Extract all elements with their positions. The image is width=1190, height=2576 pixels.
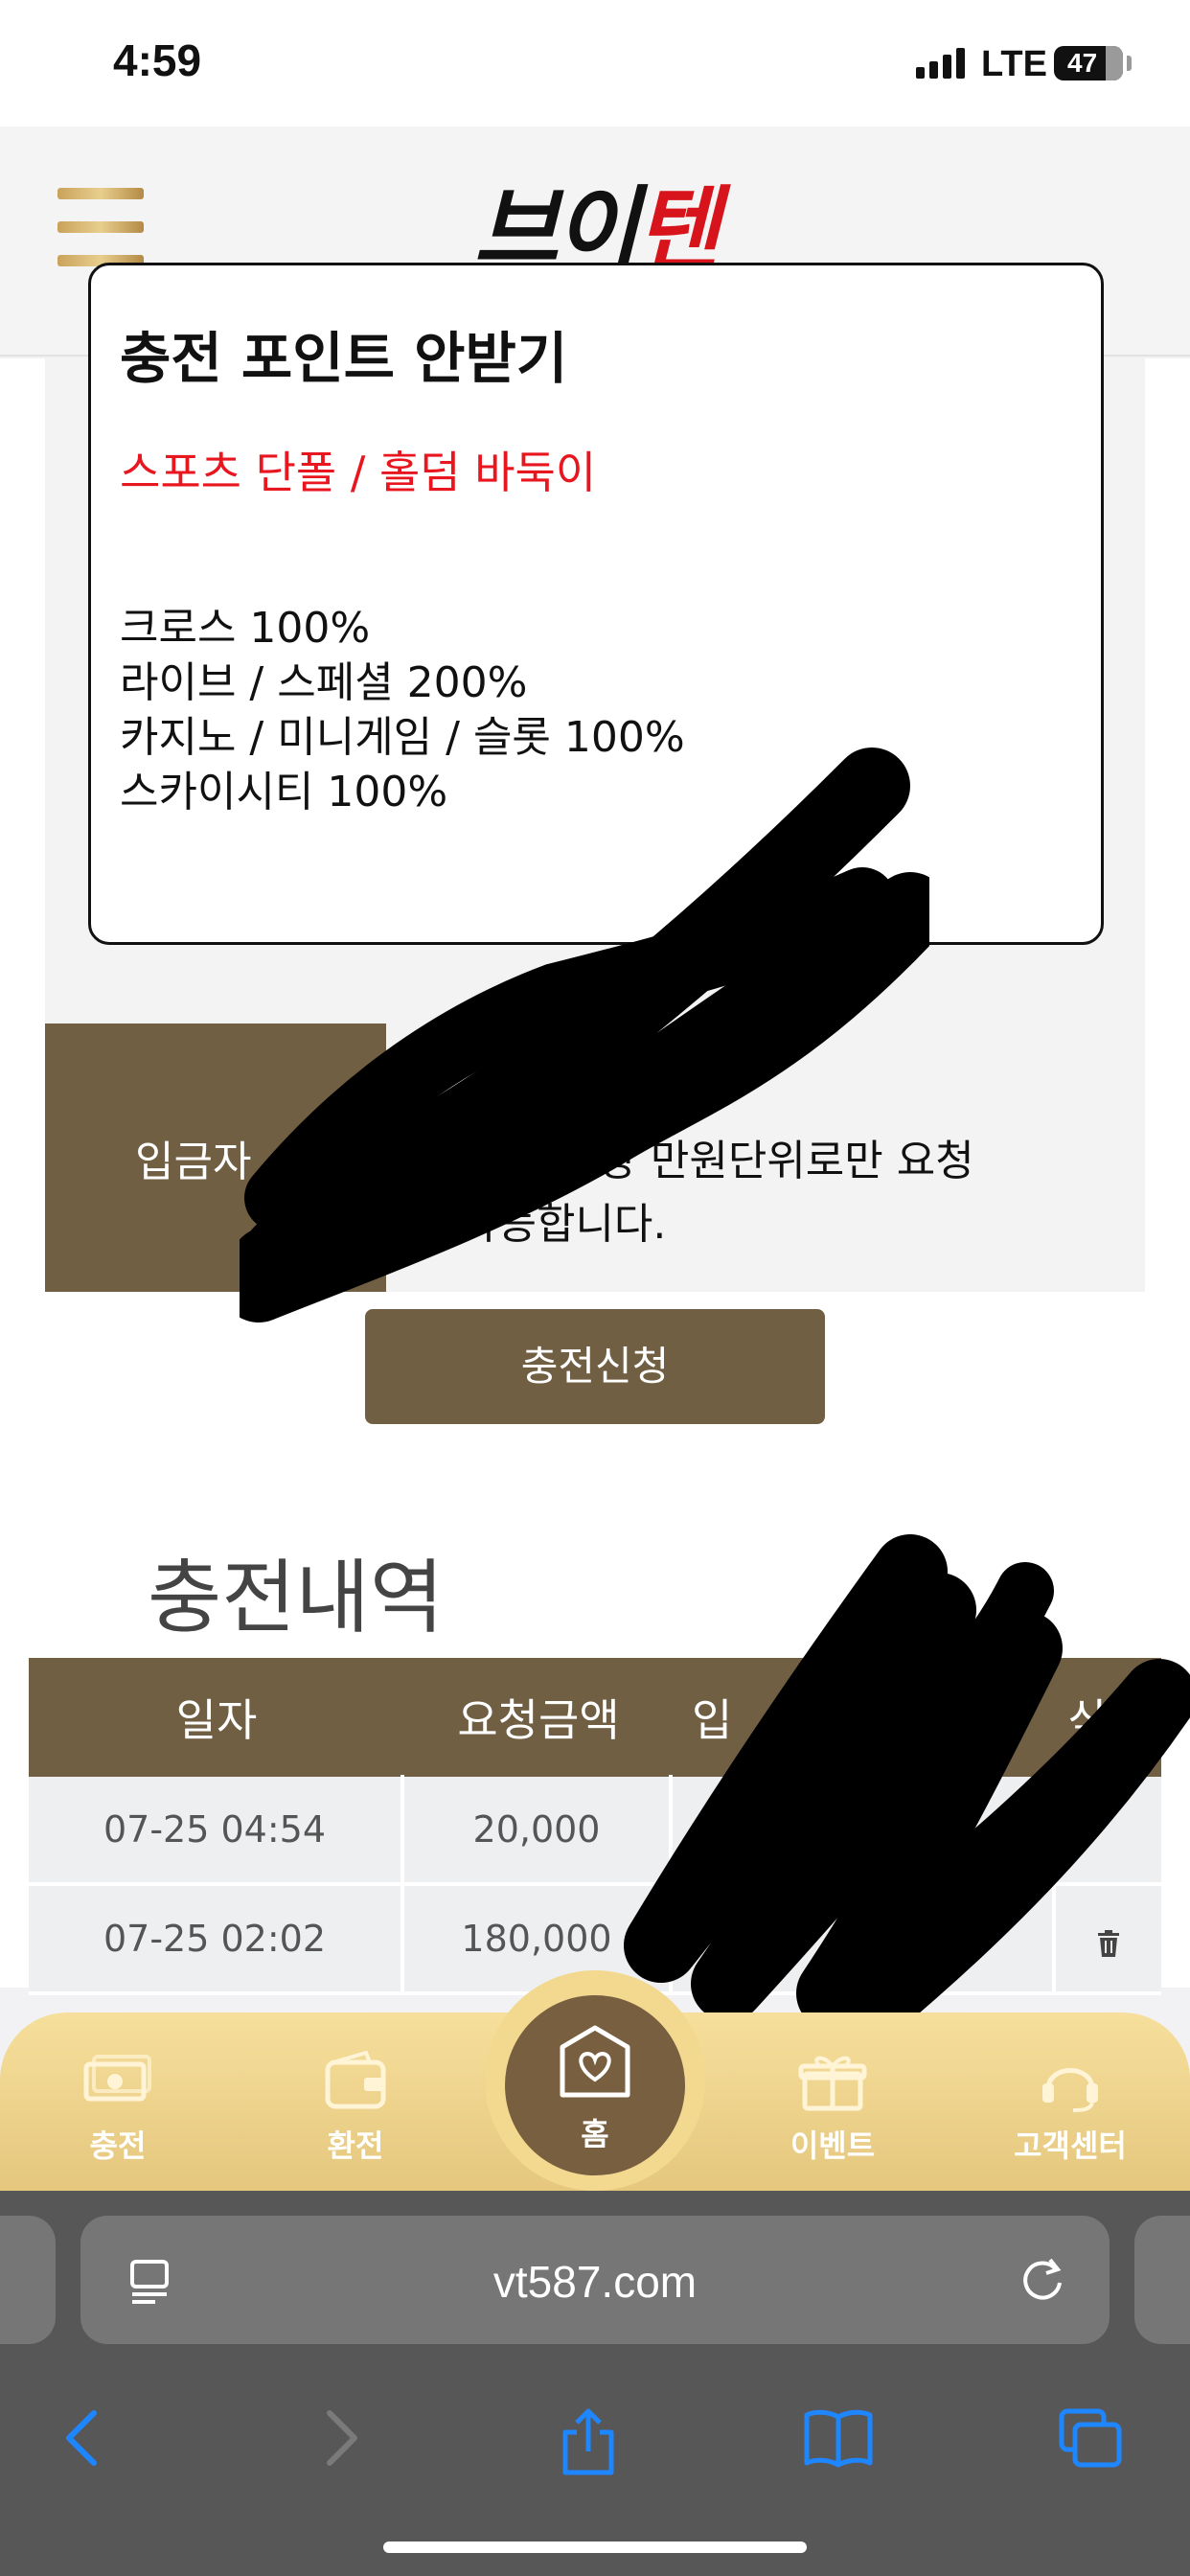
col-deposit: 입 xyxy=(692,1694,733,1746)
notice-line: 카지노 / 미니게임 / 슬롯 100% xyxy=(120,713,685,762)
table-header: 일자 요청금액 입 삭제 xyxy=(29,1658,1161,1777)
reload-icon[interactable] xyxy=(1018,2254,1067,2304)
row-deposit xyxy=(673,1884,1056,1993)
notice-highlight: 스포츠 단폴 / 홀덤 바둑이 xyxy=(120,447,597,498)
history-table: 일자 요청금액 입 삭제 07-25 04:54 20,000 07-25 02… xyxy=(29,1658,1161,1995)
col-date: 일자 xyxy=(175,1694,258,1746)
nav-support[interactable]: 고객센터 xyxy=(998,2051,1142,2166)
home-heart-icon xyxy=(560,2025,630,2098)
nav-event-label: 이벤트 xyxy=(790,2128,876,2164)
row-amount: 20,000 xyxy=(404,1775,673,1884)
next-tab-peek[interactable] xyxy=(1134,2216,1190,2344)
notice-rates: 크로스 100% 라이브 / 스페셜 200% 카지노 / 미니게임 / 슬롯 … xyxy=(120,601,685,819)
nav-exchange-label: 환전 xyxy=(327,2128,384,2164)
signal-icon xyxy=(916,48,965,79)
row-delete-cell xyxy=(1056,1884,1161,1993)
deposit-note-line2: 가능합니다. xyxy=(459,1200,667,1249)
trash-icon[interactable] xyxy=(1097,1930,1120,1957)
row-delete-cell xyxy=(1056,1775,1161,1884)
nav-charge-label: 충전 xyxy=(89,2128,147,2164)
notice-title: 충전 포인트 안받기 xyxy=(120,326,568,391)
nav-support-label: 고객센터 xyxy=(1014,2128,1127,2164)
history-title: 충전내역 xyxy=(148,1551,445,1644)
back-icon[interactable] xyxy=(59,2407,107,2469)
share-icon[interactable] xyxy=(558,2407,619,2476)
browser-toolbar: vt587.com xyxy=(0,2191,1190,2576)
nav-exchange[interactable]: 환전 xyxy=(284,2051,427,2166)
money-icon xyxy=(83,2055,151,2102)
forward-icon[interactable] xyxy=(316,2407,364,2469)
notice-line: 라이브 / 스페셜 200% xyxy=(120,658,528,707)
bookmarks-icon[interactable] xyxy=(803,2407,874,2469)
nav-home-label: 홈 xyxy=(581,2116,609,2152)
network-label: LTE xyxy=(981,44,1047,84)
battery-level: 47 xyxy=(1067,48,1098,78)
home-indicator xyxy=(383,2542,807,2553)
address-bar[interactable]: vt587.com xyxy=(80,2216,1110,2344)
notice-line: 스카이시티 100% xyxy=(120,768,448,816)
deposit-note-line1: 만원 이상 만원단위로만 요청 xyxy=(469,1137,974,1185)
col-delete: 삭제 xyxy=(1067,1694,1150,1746)
battery-icon: 47 xyxy=(1054,46,1123,80)
table-row: 07-25 04:54 20,000 xyxy=(29,1775,1161,1886)
status-bar: 4:59 LTE 47 xyxy=(0,0,1190,126)
nav-home-button[interactable]: 홈 xyxy=(505,1995,685,2175)
battery-cap xyxy=(1127,56,1132,71)
url-text: vt587.com xyxy=(492,2257,698,2307)
wallet-icon xyxy=(325,2051,386,2109)
status-time: 4:59 xyxy=(113,35,202,85)
headset-icon xyxy=(1042,2068,1098,2112)
previous-tab-peek[interactable] xyxy=(0,2216,56,2344)
tabs-icon[interactable] xyxy=(1058,2407,1125,2469)
col-amount: 요청금액 xyxy=(457,1694,620,1746)
notice-line: 크로스 100% xyxy=(120,604,371,653)
deposit-note: 만원 이상 만원단위로만 요청 가능합니다. xyxy=(386,1024,1145,1292)
nav-event[interactable]: 이벤트 xyxy=(761,2051,904,2166)
row-deposit xyxy=(673,1775,1056,1884)
gift-icon xyxy=(798,2056,867,2111)
charge-request-button[interactable]: 충전신청 xyxy=(365,1309,825,1424)
nav-charge[interactable]: 충전 xyxy=(46,2051,190,2166)
depositor-label: 입금자 xyxy=(45,1024,386,1292)
row-date: 07-25 04:54 xyxy=(29,1775,404,1884)
row-date: 07-25 02:02 xyxy=(29,1884,404,1993)
notice-card: 충전 포인트 안받기 스포츠 단폴 / 홀덤 바둑이 크로스 100% 라이브 … xyxy=(88,263,1104,945)
